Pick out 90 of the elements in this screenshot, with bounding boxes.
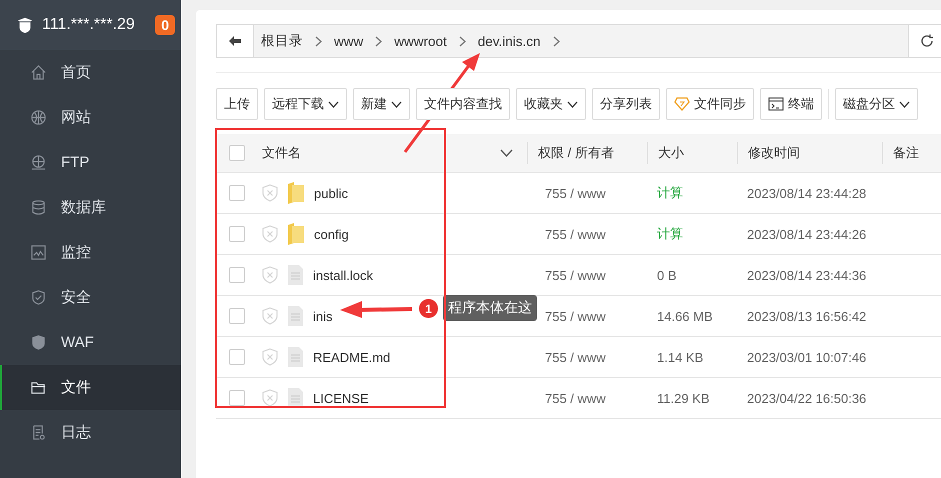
back-button[interactable] [217,25,254,57]
chevron-icon [375,36,382,46]
column-header[interactable]: 权限 / 所有者 [538,144,614,162]
breadcrumb-link[interactable]: wwwroot [394,34,447,48]
waf-icon [30,334,47,351]
database-icon [30,199,47,216]
sidebar-item[interactable]: 首页 [0,50,181,95]
breadcrumb-link[interactable]: 根目录 [261,32,303,50]
file-icon [288,388,303,408]
permission-text[interactable]: 755 / www [537,226,606,242]
caret-icon [567,100,578,108]
caret-icon [328,100,339,108]
modified-time: 2023/04/22 16:50:36 [747,390,866,406]
row-checkbox[interactable] [229,267,245,283]
toolbar-button[interactable]: 收藏夹 [516,88,586,120]
toolbar-button[interactable]: 远程下载 [264,88,347,120]
toolbar-button[interactable]: 文件内容查找 [416,88,510,120]
permission-text[interactable]: 755 / www [537,186,606,200]
file-icon [288,347,303,367]
row-checkbox[interactable] [229,349,245,365]
permission-text[interactable]: 755 / www [537,390,606,406]
server-address: 111.***.***.29 [42,16,136,34]
modified-time: 2023/08/14 23:44:36 [747,268,866,282]
permission-text[interactable]: 755 / www [537,268,606,282]
row-checkbox[interactable] [229,226,245,242]
file-size: 0 B [657,268,677,282]
modified-time: 2023/08/13 16:56:42 [747,308,866,324]
file-name[interactable]: public [314,186,348,200]
file-name[interactable]: config [314,226,349,242]
sidebar-item[interactable]: 网站 [0,95,181,140]
file-icon [288,265,303,285]
folder-icon [30,379,47,396]
file-name[interactable]: LICENSE [313,390,369,406]
breadcrumb-link[interactable]: www [334,34,364,48]
column-header[interactable]: 备注 [893,144,919,162]
log-icon [30,424,47,441]
file-icon [288,306,303,326]
permission-text[interactable]: 755 / www [537,350,606,364]
sidebar-item[interactable]: 安全 [0,275,181,320]
globe-icon [30,109,47,126]
monitor-icon [30,244,47,261]
column-header[interactable]: 大小 [658,144,684,162]
modified-time: 2023/03/01 10:07:46 [747,350,866,364]
file-name[interactable]: inis [313,308,333,324]
shield-x-icon[interactable] [262,389,278,407]
chevron-icon [458,36,466,46]
ftp-icon [30,154,47,171]
callout: 程序本体在这 [443,295,537,321]
file-name[interactable]: install.lock [313,268,373,282]
refresh-button[interactable] [908,25,941,57]
folder-icon [288,223,304,245]
back-arrow-icon [228,35,242,47]
caret-icon[interactable] [500,149,513,157]
caret-icon [391,100,402,108]
permission-text[interactable]: 755 / www [537,308,606,324]
terminal-icon [768,97,784,111]
row-checkbox[interactable] [229,185,245,201]
toolbar-button[interactable]: 终端 [760,88,822,120]
diamond-icon [674,97,690,111]
sidebar-item[interactable]: WAF [0,320,181,365]
toolbar-button[interactable]: 磁盘分区 [835,88,918,120]
file-size: 11.29 KB [657,390,710,406]
file-name[interactable]: README.md [313,350,390,364]
select-all-checkbox[interactable] [229,145,245,161]
home-icon [30,64,47,81]
breadcrumb-link[interactable]: dev.inis.cn [478,34,541,48]
toolbar-button[interactable]: 新建 [353,88,410,120]
modified-time: 2023/08/14 23:44:28 [747,186,866,200]
sidebar-item[interactable]: 监控 [0,230,181,275]
modified-time: 2023/08/14 23:44:26 [747,226,866,242]
row-checkbox[interactable] [229,308,245,324]
toolbar-button[interactable]: 文件同步 [666,88,754,120]
toolbar-button[interactable]: 分享列表 [592,88,660,120]
sidebar-item[interactable]: 数据库 [0,185,181,230]
sidebar-item[interactable]: 日志 [0,410,181,455]
caret-icon [899,100,910,108]
refresh-icon [920,34,934,48]
chevron-icon [315,36,322,46]
sidebar-item[interactable]: FTP [0,140,181,185]
column-header[interactable]: 文件名 [262,144,301,162]
toolbar-button[interactable]: 上传 [216,88,258,120]
shield-icon [30,289,47,306]
folder-icon [288,182,304,204]
sidebar-item[interactable]: 文件 [0,365,181,410]
column-header[interactable]: 修改时间 [748,144,800,162]
chevron-icon [552,36,560,46]
file-size: 14.66 MB [657,308,713,324]
row-checkbox[interactable] [229,390,245,406]
file-size: 1.14 KB [657,350,704,364]
logo-icon [16,16,34,34]
